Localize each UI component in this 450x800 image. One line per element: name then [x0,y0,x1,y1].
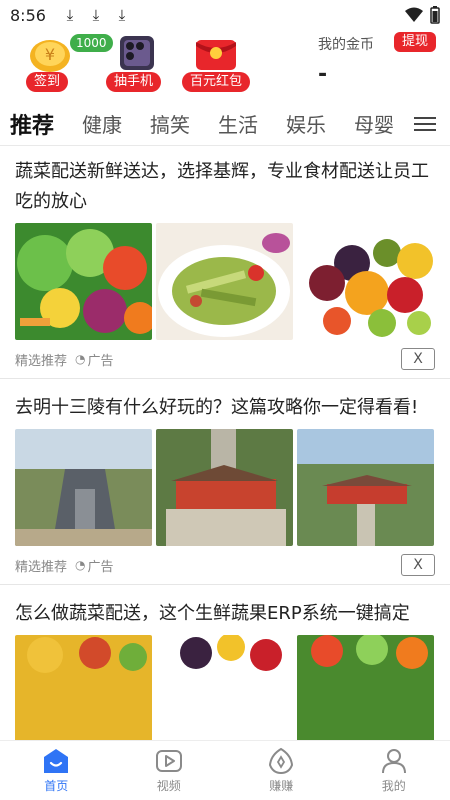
nav-earn-label: 赚赚 [269,779,294,793]
feed-card[interactable]: 去明十三陵有什么好玩的？这篇攻略你一定得看看! 精选推荐 ◔ 广告 X [0,379,450,585]
download-icon: ⤓ [92,6,100,24]
nav-profile-label: 我的 [381,779,406,793]
card-title[interactable]: 去明十三陵有什么好玩的？这篇攻略你一定得看看! [15,393,435,423]
menu-icon[interactable] [414,113,436,135]
fruit-basket-image[interactable] [156,635,293,740]
tabs-scroll[interactable]: 推荐 健康 搞笑 生活 娱乐 母婴 [0,108,400,140]
ad-label: 广告 [87,559,114,575]
category-tabs: 推荐 健康 搞笑 生活 娱乐 母婴 [0,102,450,146]
tab-mother-baby[interactable]: 母婴 [354,109,394,138]
card-source: 精选推荐 [15,559,68,575]
wifi-icon [405,7,423,22]
nav-earn[interactable]: 赚赚 [225,741,338,800]
card-images[interactable] [15,429,435,546]
checkin-label: 签到 [26,72,69,92]
gold-value: - [318,62,328,87]
feed-card[interactable]: 蔬菜配送新鲜送达，选择基辉，专业食材配送让员工吃的放心 精选推荐 ◔ 广告 X [0,147,450,379]
svg-text:¥: ¥ [45,45,55,64]
card-images[interactable] [15,223,435,340]
checkin-reward[interactable]: ¥ 1000元 签到 [20,32,113,94]
card-meta: 精选推荐 ◔ 广告 X [15,340,435,378]
ad-icon: ◔ [75,558,86,572]
battery-icon [430,6,440,24]
card-meta: 精选推荐 ◔ 广告 X [15,546,435,584]
phone-icon [120,36,154,70]
nav-home[interactable]: 首页 [0,741,113,800]
card-source: 精选推荐 [15,353,68,369]
status-bar: 8:56 ⤓ ⤓ ⤓ [0,0,450,30]
fruits-image[interactable] [297,223,434,340]
earn-icon [269,747,294,775]
profile-icon [381,749,406,774]
download-icon: ⤓ [66,6,74,24]
phone-reward[interactable]: 抽手机 [104,32,170,94]
tab-funny[interactable]: 搞笑 [150,109,190,138]
nav-video-label: 视频 [156,779,181,793]
mausoleum-image[interactable] [297,429,434,546]
greens-image[interactable] [297,635,434,740]
gold-label: 我的金币 [318,37,374,53]
red-packet-icon [196,40,236,70]
card-title[interactable]: 蔬菜配送新鲜送达，选择基辉，专业食材配送让员工吃的放心 [15,157,435,217]
nav-home-label: 首页 [44,779,69,793]
nav-video[interactable]: 视频 [113,741,226,800]
gold-area: 我的金币 提现 - [318,32,442,96]
palace-image[interactable] [156,429,293,546]
bottom-navigation: 首页 视频 赚赚 我的 [0,740,450,800]
video-icon [155,750,182,772]
rewards-header: ¥ 1000元 签到 抽手机 百元红包 我的金币 提现 - [0,30,450,102]
coin-bag-icon: ¥ [30,40,70,72]
home-icon [44,749,69,773]
tab-health[interactable]: 健康 [82,109,122,138]
nav-profile[interactable]: 我的 [338,741,450,800]
card-title[interactable]: 怎么做蔬菜配送，这个生鲜蔬果ERP系统一键搞定 [15,599,435,629]
status-time: 8:56 [10,5,46,25]
vegetables-image[interactable] [15,223,152,340]
tab-recommend[interactable]: 推荐 [10,108,54,140]
feed-card[interactable]: 怎么做蔬菜配送，这个生鲜蔬果ERP系统一键搞定 [0,585,450,740]
tomb-image[interactable] [15,429,152,546]
status-indicators [404,6,440,24]
tab-life[interactable]: 生活 [218,109,258,138]
redpacket-reward[interactable]: 百元红包 [182,32,251,94]
tab-entertainment[interactable]: 娱乐 [286,109,326,138]
close-ad-button[interactable]: X [401,554,435,576]
close-ad-button[interactable]: X [401,348,435,370]
produce-image[interactable] [15,635,152,740]
news-feed[interactable]: 蔬菜配送新鲜送达，选择基辉，专业食材配送让员工吃的放心 精选推荐 ◔ 广告 X [0,147,450,740]
app-screen: 8:56 ⤓ ⤓ ⤓ ¥ 1000元 签到 抽手机 百元红包 我的金币 提现 -… [0,0,450,800]
ad-icon: ◔ [75,352,86,366]
redpacket-label: 百元红包 [182,72,251,92]
ad-label: 广告 [87,353,114,369]
dish-image[interactable] [156,223,293,340]
phone-label: 抽手机 [106,72,162,92]
withdraw-button[interactable]: 提现 [394,32,437,52]
download-icon: ⤓ [118,6,126,24]
card-images[interactable] [15,635,435,740]
